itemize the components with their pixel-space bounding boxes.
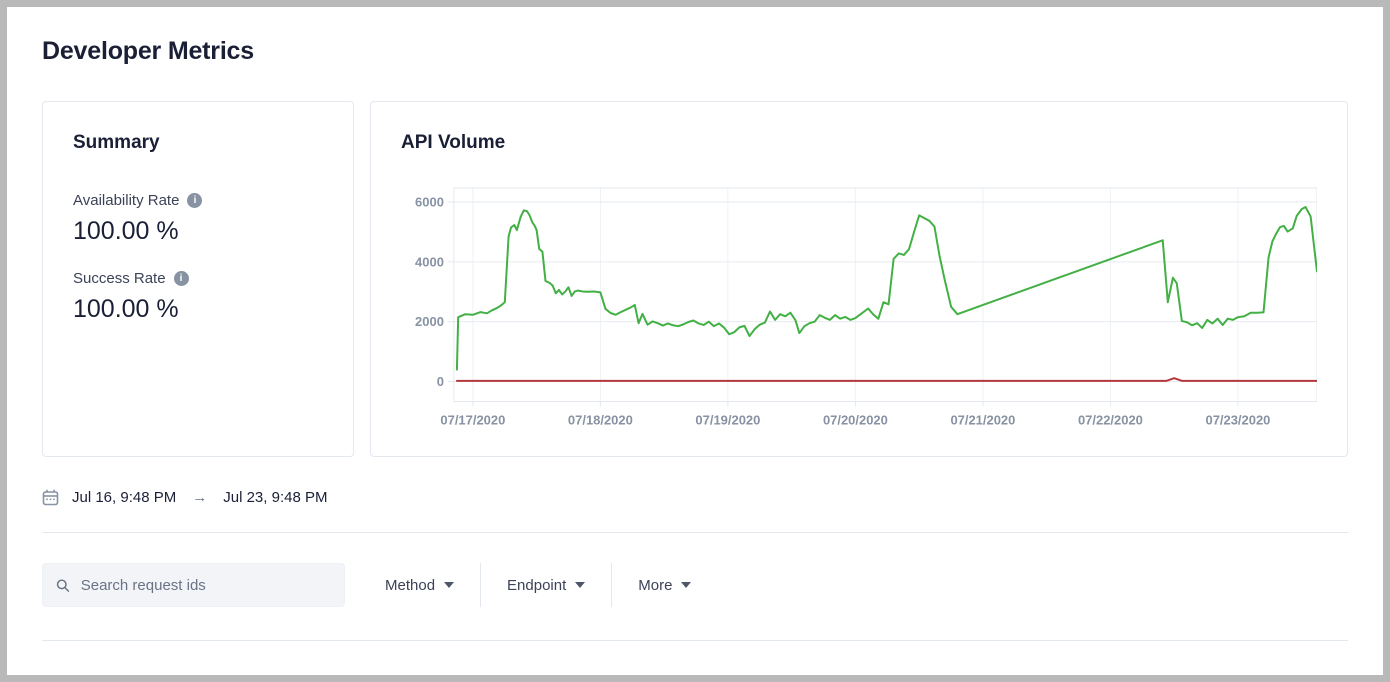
svg-text:07/22/2020: 07/22/2020 xyxy=(1078,412,1143,427)
svg-text:07/18/2020: 07/18/2020 xyxy=(568,412,633,427)
search-box[interactable] xyxy=(42,563,345,607)
chevron-down-icon xyxy=(575,582,585,588)
page-title: Developer Metrics xyxy=(42,37,1348,66)
search-icon xyxy=(56,578,70,593)
divider xyxy=(42,532,1348,533)
more-filter-dropdown[interactable]: More xyxy=(612,563,717,607)
info-icon[interactable]: i xyxy=(174,271,189,286)
method-filter-dropdown[interactable]: Method xyxy=(359,563,480,607)
svg-text:4000: 4000 xyxy=(415,254,444,269)
svg-text:2000: 2000 xyxy=(415,314,444,329)
svg-text:07/23/2020: 07/23/2020 xyxy=(1205,412,1270,427)
svg-text:07/17/2020: 07/17/2020 xyxy=(440,412,505,427)
availability-rate-label: Availability Rate xyxy=(73,192,179,209)
date-range-picker[interactable]: Jul 16, 9:48 PM → Jul 23, 9:48 PM xyxy=(42,487,327,508)
arrow-right-icon: → xyxy=(189,489,210,506)
calendar-icon xyxy=(42,489,59,506)
svg-text:6000: 6000 xyxy=(415,194,444,209)
developer-metrics-page: Developer Metrics Summary Availability R… xyxy=(7,7,1383,641)
filters-row: Method Endpoint More xyxy=(42,563,1348,607)
api-volume-chart[interactable]: 07/17/2020 07/18/2020 07/19/2020 07/20/2020… xyxy=(401,180,1317,431)
date-range-end: Jul 23, 9:48 PM xyxy=(223,489,327,506)
chevron-down-icon xyxy=(681,582,691,588)
metrics-cards-row: Summary Availability Rate i 100.00 % Suc… xyxy=(42,101,1348,457)
more-filter-label: More xyxy=(638,577,672,594)
api-volume-line-chart[interactable]: 07/17/2020 07/18/2020 07/19/2020 07/20/2020… xyxy=(401,180,1317,431)
svg-text:07/20/2020: 07/20/2020 xyxy=(823,412,888,427)
svg-text:07/19/2020: 07/19/2020 xyxy=(695,412,760,427)
endpoint-filter-label: Endpoint xyxy=(507,577,566,594)
summary-card-title: Summary xyxy=(73,132,323,154)
success-rate-value: 100.00 % xyxy=(73,295,323,324)
api-volume-title: API Volume xyxy=(401,132,1317,154)
endpoint-filter-dropdown[interactable]: Endpoint xyxy=(481,563,611,607)
availability-rate-value: 100.00 % xyxy=(73,217,323,246)
svg-text:07/21/2020: 07/21/2020 xyxy=(950,412,1015,427)
divider xyxy=(42,640,1348,641)
method-filter-label: Method xyxy=(385,577,435,594)
app-window: Developer Metrics Summary Availability R… xyxy=(0,0,1390,682)
date-range-start: Jul 16, 9:48 PM xyxy=(72,489,176,506)
info-icon[interactable]: i xyxy=(187,193,202,208)
success-rate-label: Success Rate xyxy=(73,270,166,287)
availability-rate-label-row: Availability Rate i xyxy=(73,192,323,209)
success-rate-label-row: Success Rate i xyxy=(73,270,323,287)
chevron-down-icon xyxy=(444,582,454,588)
svg-text:0: 0 xyxy=(437,374,444,389)
api-volume-card: API Volume 07/17/2020 07/18/2020 07/19/202… xyxy=(370,101,1348,457)
summary-card: Summary Availability Rate i 100.00 % Suc… xyxy=(42,101,354,457)
search-request-ids-input[interactable] xyxy=(79,576,331,595)
